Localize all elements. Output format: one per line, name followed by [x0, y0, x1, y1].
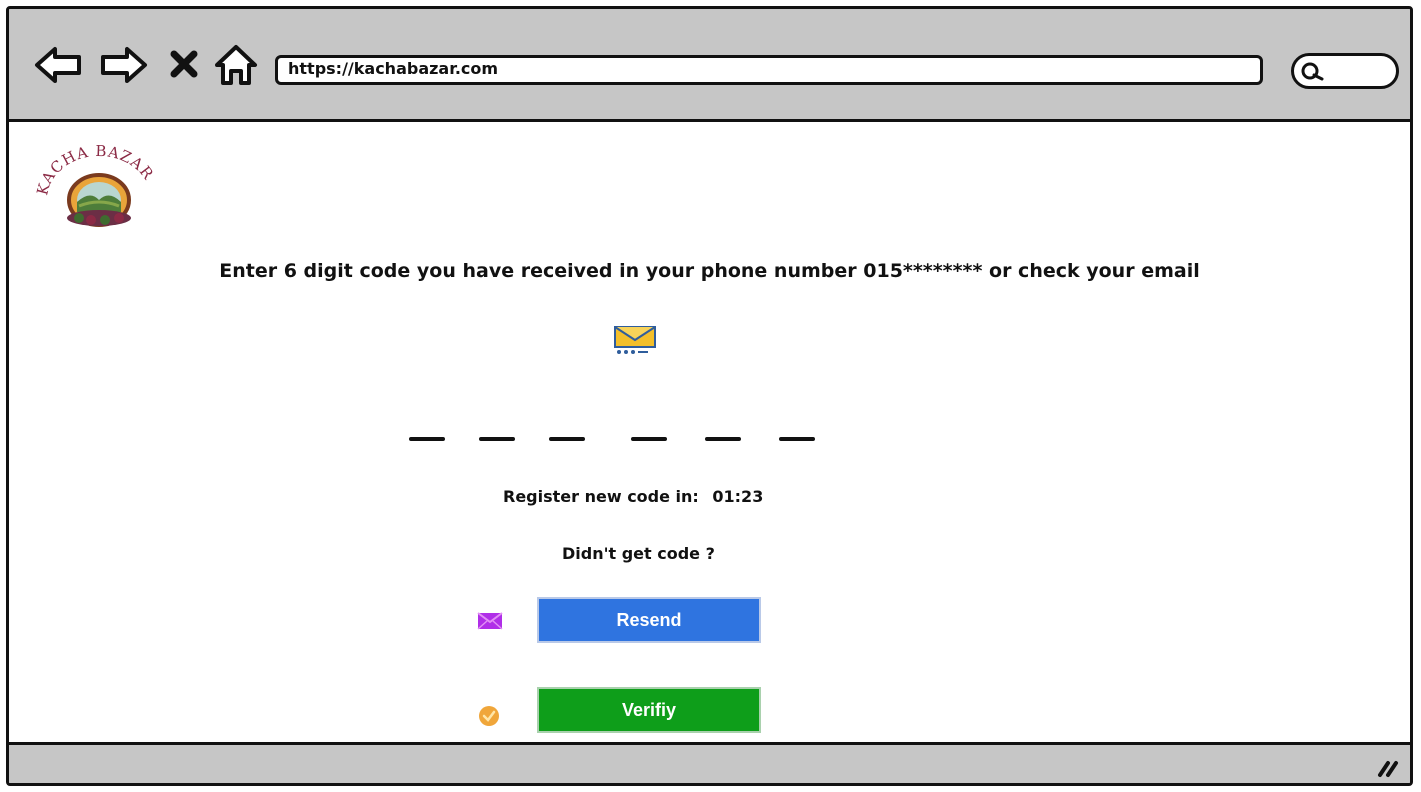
resend-button[interactable]: Resend: [537, 597, 761, 643]
email-code-icon: [614, 326, 656, 354]
code-digit-input-5[interactable]: [705, 437, 741, 441]
resize-grip-icon[interactable]: [1374, 755, 1402, 779]
browser-window: https://kachabazar.com KACHA BAZAR Enter…: [6, 6, 1413, 786]
countdown-timer: 01:23: [712, 487, 764, 506]
code-digit-input-6[interactable]: [779, 437, 815, 441]
no-code-text: Didn't get code ?: [562, 544, 715, 563]
envelope-icon: [477, 612, 503, 630]
browser-statusbar: [9, 742, 1410, 783]
code-digit-input-3[interactable]: [549, 437, 585, 441]
verify-button[interactable]: Verifiy: [537, 687, 761, 733]
countdown-label: Register new code in:: [503, 487, 699, 506]
back-arrow-icon[interactable]: [33, 45, 85, 85]
code-digit-input-2[interactable]: [479, 437, 515, 441]
kacha-bazar-logo: KACHA BAZAR: [35, 142, 156, 227]
verified-badge-icon: [479, 706, 499, 726]
forward-arrow-icon[interactable]: [97, 45, 149, 85]
browser-search-box[interactable]: [1291, 53, 1399, 89]
close-icon[interactable]: [169, 49, 199, 79]
instruction-text: Enter 6 digit code you have received in …: [219, 260, 1200, 282]
code-digit-input-4[interactable]: [631, 437, 667, 441]
search-icon: [1301, 62, 1324, 81]
address-bar[interactable]: https://kachabazar.com: [275, 55, 1263, 85]
page-content: KACHA BAZAR Enter 6 digit code you have …: [9, 122, 1410, 745]
code-digit-input-1[interactable]: [409, 437, 445, 441]
browser-toolbar: https://kachabazar.com: [9, 9, 1410, 122]
home-icon[interactable]: [213, 43, 259, 87]
